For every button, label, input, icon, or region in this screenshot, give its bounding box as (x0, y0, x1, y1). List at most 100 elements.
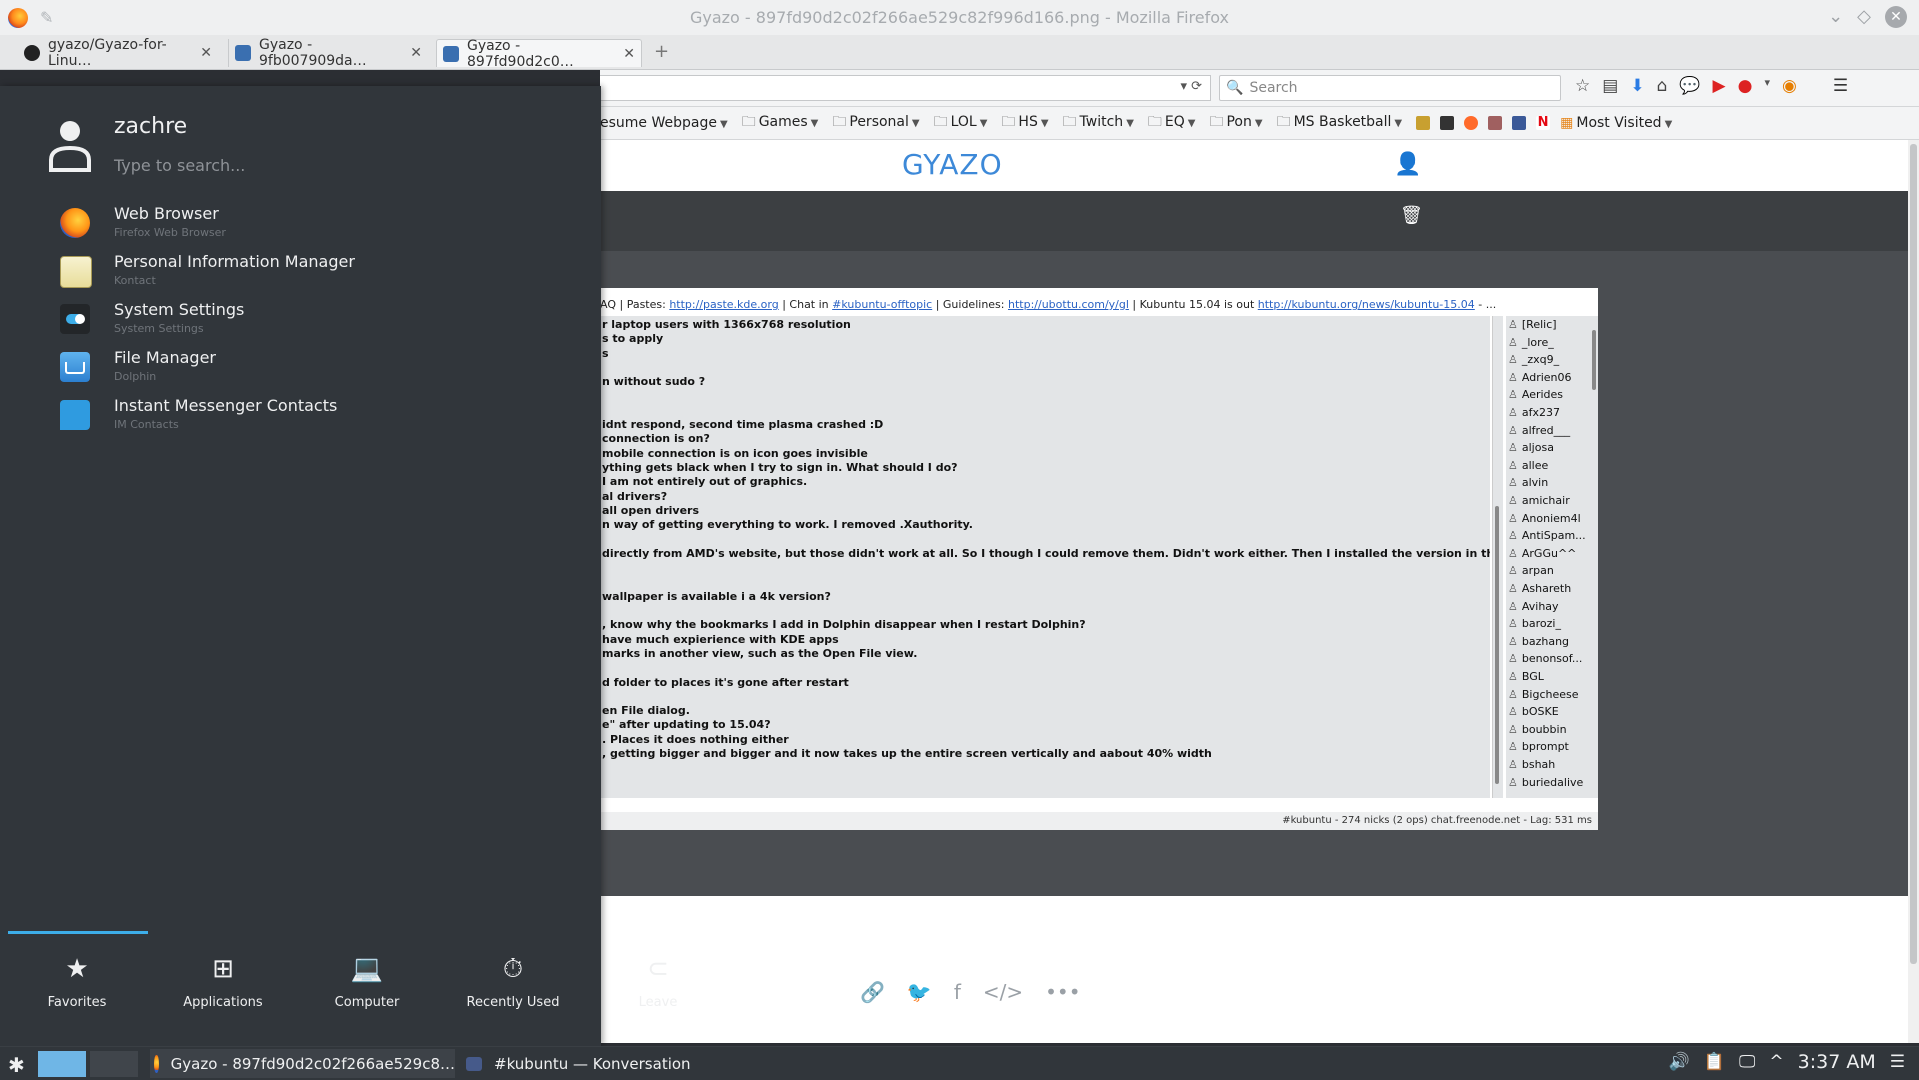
task-konversation[interactable]: #kubuntu — Konversation (466, 1049, 766, 1078)
tab-favorites[interactable]: ★ Favorites (17, 951, 137, 1010)
nick-item[interactable]: ♙ Avihay (1508, 600, 1559, 613)
favorite-personal-information-manager[interactable]: Personal Information Manager Kontact (60, 252, 580, 296)
close-tab-icon[interactable]: ✕ (200, 45, 212, 61)
nick-item[interactable]: ♙ buriedalive (1508, 776, 1583, 789)
favorite-instant-messenger-contacts[interactable]: Instant Messenger Contacts IM Contacts (60, 396, 580, 440)
bookmark-games[interactable]: 🗀 Games ▼ (742, 111, 819, 135)
kde-launcher-icon[interactable]: ✱ (8, 1053, 25, 1077)
bookmark-twitch[interactable]: 🗀 Twitch ▼ (1063, 111, 1134, 135)
search-input[interactable]: 🔍 Search (1219, 75, 1561, 101)
clock[interactable]: 3:37 AM (1798, 1051, 1876, 1073)
facebook-bookmark-icon[interactable] (1512, 116, 1527, 130)
tab-computer[interactable]: 💻 Computer (307, 951, 427, 1010)
embed-icon[interactable]: </> (983, 980, 1023, 1004)
scrollbar-thumb[interactable] (1910, 144, 1917, 964)
nick-item[interactable]: ♙ arpan (1508, 564, 1554, 577)
bookmark-star-icon[interactable]: ☆ (1575, 76, 1590, 96)
reading-list-icon[interactable]: ▤ (1602, 76, 1618, 96)
bookmark-eq[interactable]: 🗀 EQ ▼ (1148, 111, 1196, 135)
chat-scrollbar[interactable] (1492, 316, 1503, 798)
favorite-system-settings[interactable]: System Settings System Settings (60, 300, 580, 344)
new-tab-icon[interactable]: + (654, 41, 669, 62)
nick-item[interactable]: ♙ alfred___ (1508, 424, 1570, 437)
user-icon[interactable]: 👤 (1394, 152, 1421, 177)
game-bookmark-icon[interactable] (1488, 116, 1503, 130)
shield-bookmark-icon[interactable] (1416, 116, 1431, 130)
nick-item[interactable]: ♙ alvin (1508, 476, 1548, 489)
reddit-bookmark-icon[interactable] (1464, 116, 1479, 130)
nick-item[interactable]: ♙ boubbin (1508, 723, 1567, 736)
nick-item[interactable]: ♙ bshah (1508, 758, 1555, 771)
url-bar[interactable]: ▾ ⟳ (600, 75, 1211, 101)
adblock-icon[interactable]: ● (1738, 76, 1753, 96)
home-icon[interactable]: ⌂ (1657, 76, 1668, 96)
bookmark-lol[interactable]: 🗀 LOL ▼ (934, 111, 988, 135)
facebook-icon[interactable]: f (954, 980, 961, 1004)
bookmark-resume[interactable]: esume Webpage ▼ (600, 115, 728, 131)
nick-scrollbar[interactable] (1590, 316, 1598, 798)
task-firefox[interactable]: Gyazo - 897fd90d2c02f266ae529c8… (150, 1049, 455, 1078)
nick-item[interactable]: ♙ Aerides (1508, 388, 1563, 401)
tab-gyazo-1[interactable]: Gyazo - 9fb007909da… ✕ (228, 37, 428, 69)
topic-link[interactable]: http://paste.kde.org (669, 298, 778, 311)
nick-item[interactable]: ♙ amichair (1508, 494, 1570, 507)
extension-icon[interactable]: ◉ (1782, 76, 1797, 96)
favorite-file-manager[interactable]: File Manager Dolphin (60, 348, 580, 392)
tab-leave[interactable]: ⊂ Leave (598, 951, 718, 1010)
nick-item[interactable]: ♙ barozi_ (1508, 617, 1561, 630)
page-scrollbar[interactable] (1908, 140, 1919, 1043)
url-dropdown-reload-icon[interactable]: ▾ ⟳ (1180, 79, 1202, 94)
launcher-search-input[interactable]: Type to search... (114, 156, 245, 175)
nick-item[interactable]: ♙ [Relic] (1508, 318, 1557, 331)
maximize-icon[interactable]: ◇ (1857, 6, 1871, 28)
topic-link[interactable]: #kubuntu-offtopic (832, 298, 932, 311)
bookmark-hs[interactable]: 🗀 HS ▼ (1001, 111, 1048, 135)
nick-item[interactable]: ♙ bOSKE (1508, 705, 1559, 718)
tab-applications[interactable]: ⊞ Applications (163, 951, 283, 1010)
topic-link[interactable]: http://kubuntu.org/news/kubuntu-15.04 (1258, 298, 1475, 311)
chat-icon[interactable]: 💬 (1679, 76, 1700, 96)
nick-item[interactable]: ♙ Bigcheese (1508, 688, 1579, 701)
close-tab-icon[interactable]: ✕ (410, 45, 422, 61)
twitter-icon[interactable]: 🐦 (907, 980, 932, 1004)
bookmark-pon[interactable]: 🗀 Pon ▼ (1209, 111, 1262, 135)
nick-item[interactable]: ♙ BGL (1508, 670, 1544, 683)
car-bookmark-icon[interactable] (1440, 116, 1455, 130)
nick-item[interactable]: ♙ afx237 (1508, 406, 1560, 419)
nick-item[interactable]: ♙ bprompt (1508, 740, 1569, 753)
nick-item[interactable]: ♙ AntiSpam... (1508, 529, 1586, 542)
bookmark-most-visited[interactable]: ▦ Most Visited ▼ (1560, 115, 1672, 131)
topic-link[interactable]: http://ubottu.com/y/gl (1008, 298, 1129, 311)
dropdown-icon[interactable]: ▾ (1764, 76, 1770, 96)
youtube-icon[interactable]: ▶ (1713, 76, 1726, 96)
panel-menu-icon[interactable]: ☰ (1890, 1052, 1905, 1072)
scrollbar-thumb[interactable] (1495, 506, 1499, 784)
minimize-icon[interactable]: ⌄ (1828, 6, 1843, 28)
link-icon[interactable]: 🔗 (860, 980, 885, 1004)
nick-item[interactable]: ♙ Ashareth (1508, 582, 1571, 595)
tray-expand-icon[interactable]: ^ (1769, 1052, 1783, 1072)
virtual-desktop-2[interactable] (90, 1051, 138, 1077)
bookmark-personal[interactable]: 🗀 Personal ▼ (832, 111, 919, 135)
gyazo-logo[interactable]: GYAZO (902, 148, 1003, 181)
tab-gyazo-2[interactable]: Gyazo - 897fd90d2c0… ✕ (436, 38, 642, 70)
clipboard-icon[interactable]: 📋 (1704, 1052, 1725, 1072)
download-icon[interactable]: ⬇ (1630, 76, 1644, 96)
nick-item[interactable]: ♙ ArGGu^^ (1508, 547, 1576, 560)
menu-icon[interactable]: ☰ (1833, 76, 1848, 96)
bookmark-ms-basketball[interactable]: 🗀 MS Basketball ▼ (1277, 111, 1403, 135)
tab-recently-used[interactable]: ⏱ Recently Used (453, 951, 573, 1010)
tab-github[interactable]: gyazo/Gyazo-for-Linu… ✕ (18, 37, 218, 69)
display-icon[interactable]: 🖵 (1739, 1052, 1755, 1072)
trash-icon[interactable]: 🗑 (1400, 205, 1423, 226)
close-icon[interactable]: ✕ (1885, 6, 1907, 28)
nick-item[interactable]: ♙ allee (1508, 459, 1548, 472)
netflix-bookmark-icon[interactable]: N (1536, 116, 1551, 130)
favorite-web-browser[interactable]: Web Browser Firefox Web Browser (60, 204, 580, 248)
scrollbar-thumb[interactable] (1592, 330, 1596, 390)
nick-item[interactable]: ♙ bazhang (1508, 635, 1569, 648)
nick-item[interactable]: ♙ aljosa (1508, 441, 1554, 454)
virtual-desktop-1[interactable] (38, 1051, 86, 1077)
nick-item[interactable]: ♙ Anoniem4l (1508, 512, 1581, 525)
nick-item[interactable]: ♙ Adrien06 (1508, 371, 1572, 384)
